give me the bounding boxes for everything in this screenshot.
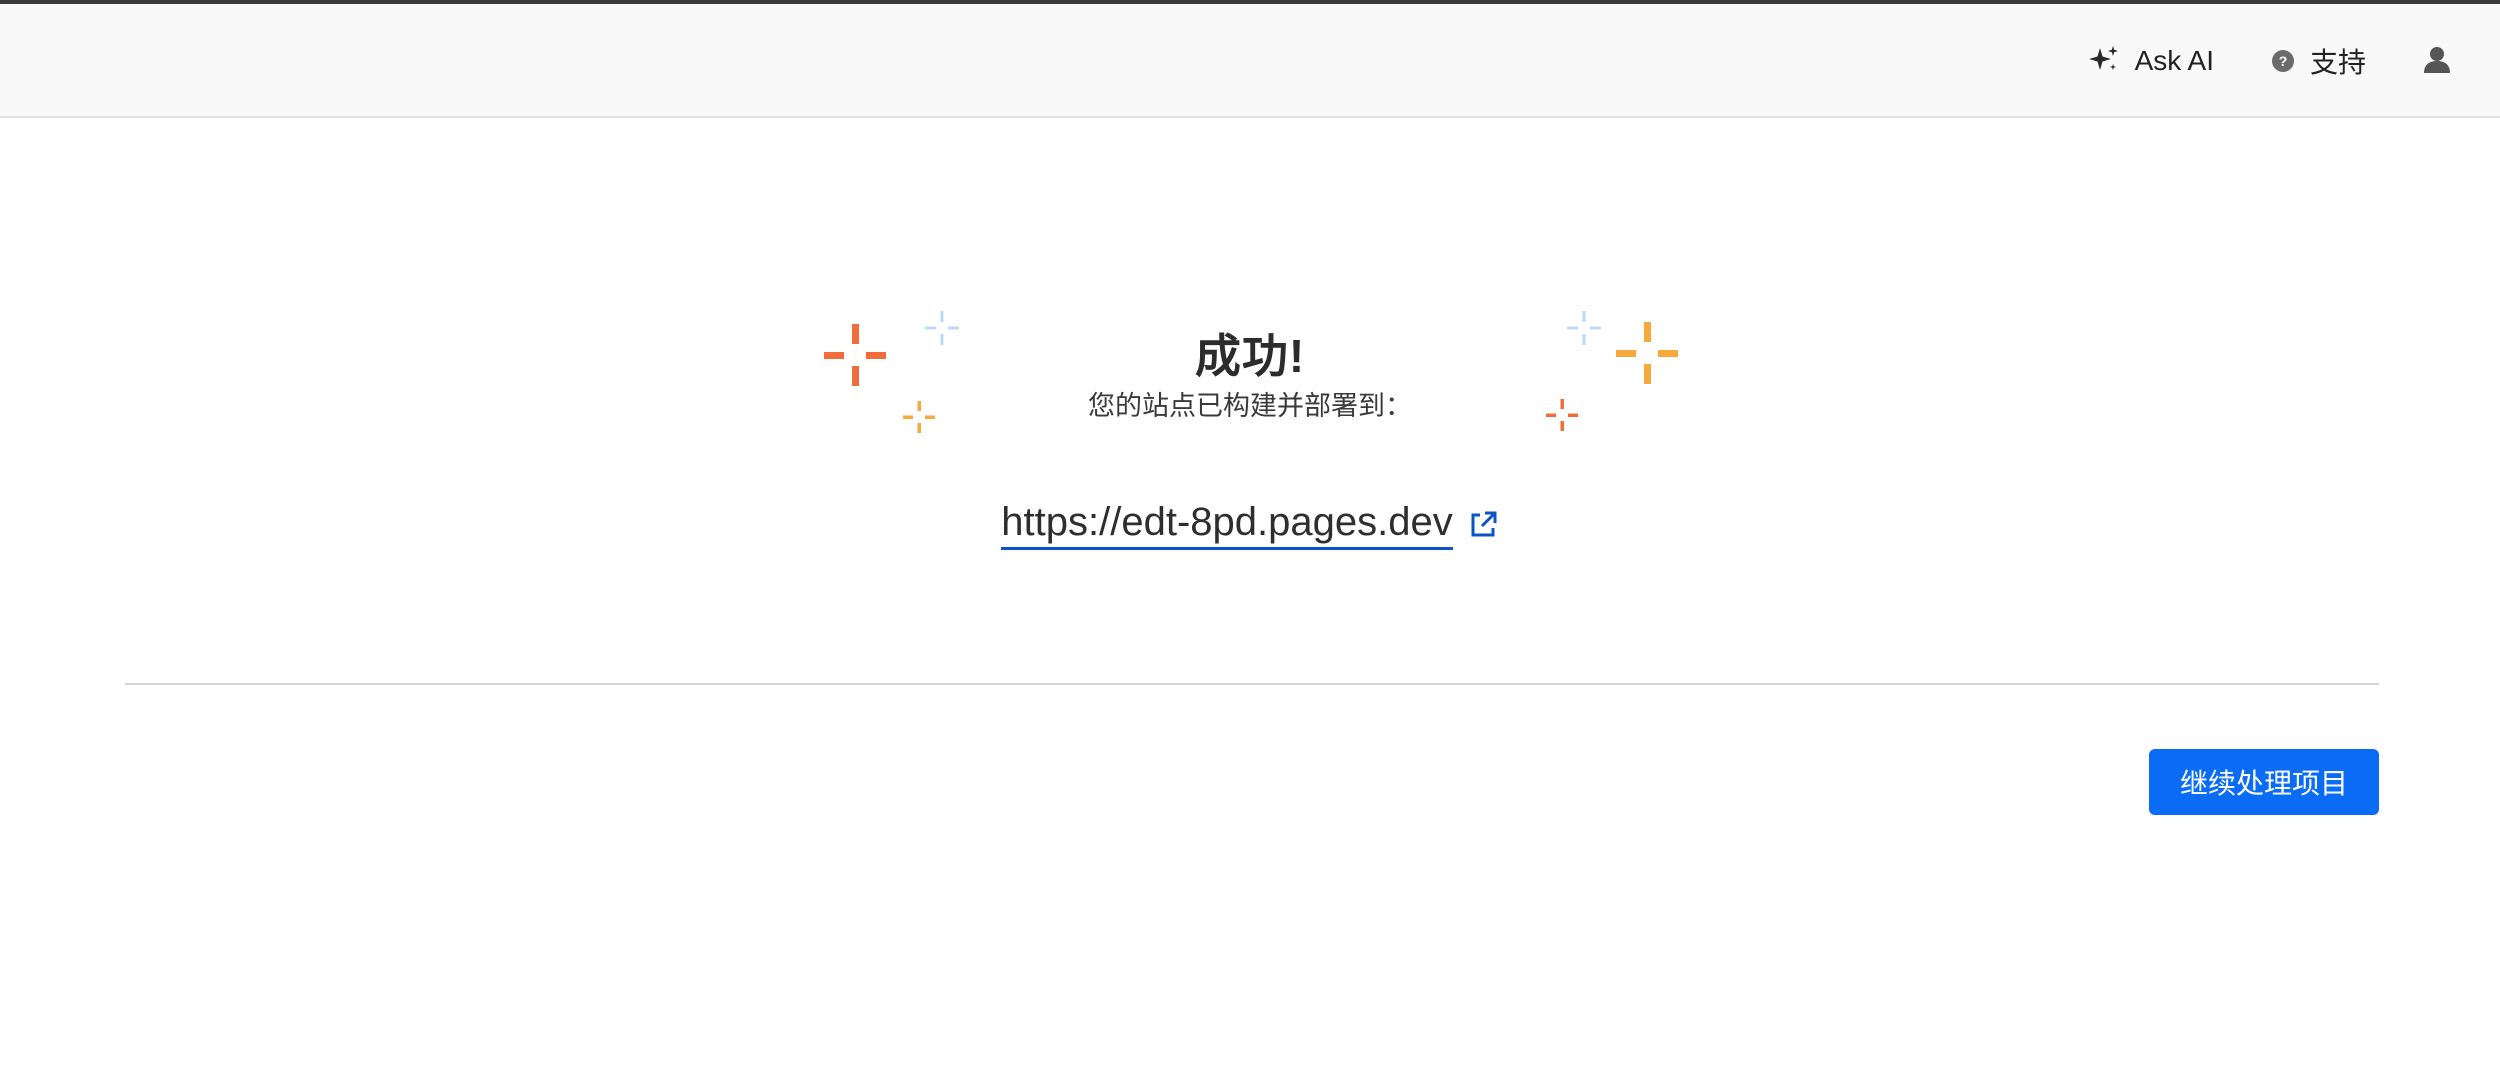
help-circle-icon: ? — [2270, 48, 2296, 74]
user-menu-button[interactable] — [2422, 44, 2452, 79]
site-url-link[interactable]: https://edt-8pd.pages.dev — [1001, 500, 1498, 550]
support-button[interactable]: ? 支持 — [2270, 41, 2366, 81]
success-title: 成功! — [1194, 330, 1306, 382]
support-label: 支持 — [2309, 47, 2366, 78]
sparkles-icon — [2087, 44, 2121, 78]
svg-text:?: ? — [2279, 53, 2288, 69]
continue-project-label: 继续处理项目 — [2179, 768, 2348, 799]
site-link-container: https://edt-8pd.pages.dev — [0, 500, 2500, 550]
ask-ai-label: Ask AI — [2134, 45, 2214, 76]
success-subtitle: 您的站点已构建并部署到： — [1088, 391, 1412, 421]
user-icon — [2422, 44, 2452, 79]
ask-ai-button[interactable]: Ask AI — [2087, 44, 2214, 78]
continue-project-button[interactable]: 继续处理项目 — [2149, 749, 2379, 815]
top-header: Ask AI ? 支持 — [0, 4, 2500, 118]
external-link-icon — [1467, 509, 1499, 541]
site-url-text: https://edt-8pd.pages.dev — [1001, 500, 1453, 550]
header-actions: Ask AI ? 支持 — [2031, 4, 2452, 118]
section-divider — [125, 683, 2379, 685]
